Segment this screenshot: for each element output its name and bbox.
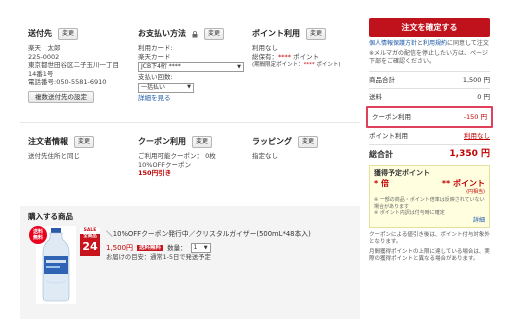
coupon-discount-value: -150 円: [463, 112, 487, 121]
coupon-available: ご利用可能クーポン： 0枚: [138, 152, 216, 160]
points-usage-link[interactable]: 利用なし: [464, 132, 490, 140]
terms-link[interactable]: 利用規約: [423, 40, 447, 47]
payment-section: お支払い方法 変更 利用カード: 楽天カード JCB下4桁 **** ▼ 支払い…: [138, 28, 248, 102]
coupon-name: 10%OFFクーポン: [138, 160, 192, 169]
orderer-section: 注文者情報 変更 送付先住所と同じ: [28, 136, 138, 161]
privacy-consent-note: 個人情報保護方針と利用規約に同意して注文: [369, 40, 489, 47]
product-section: 購入する商品 送料 無料 SALE 全商品 24 ＼10%OFFクーポン発行中／…: [20, 206, 360, 319]
coupon-section: クーポン利用 変更 ご利用可能クーポン： 0枚 10%OFFクーポン 150円引…: [138, 136, 248, 178]
shipping-change-button[interactable]: 変更: [58, 28, 79, 40]
wrapping-change-button[interactable]: 変更: [298, 136, 319, 148]
shipping-postal: 225-0002: [28, 52, 60, 61]
free-shipping-tag: 送料無料: [137, 244, 164, 252]
coupon-discount-row: クーポン利用 -150 円: [366, 106, 493, 128]
points-multiplier: * 倍: [374, 178, 389, 188]
points-title: ポイント利用 変更: [252, 28, 360, 40]
payment-title: お支払い方法 変更: [138, 28, 248, 40]
confirm-order-button[interactable]: 注文を確定する: [369, 18, 490, 37]
wrapping-text: 指定なし: [252, 152, 278, 160]
total-value: 1,350 円: [449, 149, 490, 160]
product-name[interactable]: ＼10%OFFクーポン発行中／クリスタルガイザー(500mL*48本入): [106, 230, 311, 238]
card-label: 利用カード:: [138, 44, 173, 52]
quantity-label: 数量：: [167, 243, 187, 252]
coupon-discount: 150円引き: [138, 169, 172, 177]
orderer-title: 注文者情報 変更: [28, 136, 138, 148]
checkout-page: 送付先 変更 楽天 太郎 225-0002 東京都世田谷区二子玉川一丁目 14番…: [0, 0, 507, 319]
points-status: 利用なし: [252, 44, 278, 52]
wrapping-section: ラッピング 変更 指定なし: [252, 136, 360, 161]
shipping-title: 送付先 変更: [28, 28, 138, 40]
shipping-address-line2: 14番1号: [28, 69, 54, 78]
earned-points-box: 獲得予定ポイント * 倍 ** ポイント (円相当) ※ 一部の商品・ポイント倍…: [369, 165, 490, 228]
order-details-panel: 送付先 変更 楽天 太郎 225-0002 東京都世田谷区二子玉川一丁目 14番…: [20, 18, 360, 319]
total-row: 総合計 1,350 円: [369, 149, 490, 160]
points-change-button[interactable]: 変更: [306, 28, 327, 40]
chevron-down-icon: ▼: [187, 84, 191, 91]
newsletter-note: ※メルマガの配信を停止したい方は、ページ下部をご確認ください。: [369, 50, 488, 65]
earned-points-value: ** ポイント: [441, 178, 485, 188]
shipping-section: 送付先 変更 楽天 太郎 225-0002 東京都世田谷区二子玉川一丁目 14番…: [28, 28, 138, 103]
section-divider: [20, 122, 360, 123]
privacy-policy-link[interactable]: 個人情報保護方針: [369, 40, 417, 47]
orderer-text: 送付先住所と同じ: [28, 152, 80, 160]
subtotal-row: 商品合計 1,500 円: [369, 75, 490, 84]
points-cap-note: 月間獲得ポイントの上限に達している場合は、実際の獲得ポイントと異なる場合がありま…: [369, 249, 490, 262]
coupon-points-note: クーポンによる値引き後は、ポイント付与対象外となります。: [369, 232, 490, 245]
order-summary-panel: 注文を確定する 個人情報保護方針と利用規約に同意して注文 ※メルマガの配信を停止…: [366, 18, 493, 319]
shipping-fee-value: 0 円: [477, 92, 490, 101]
chevron-down-icon: ▼: [237, 63, 241, 70]
earned-points-yen: (円相当): [466, 188, 485, 195]
shipping-fee-row: 送料 0 円: [369, 92, 490, 101]
installment-label: 支払い回数:: [138, 73, 173, 81]
card-select[interactable]: JCB下4桁 **** ▼: [138, 62, 244, 72]
sale-badge: SALE 全商品 24: [80, 228, 100, 256]
product-price: 1,500円: [106, 243, 134, 252]
points-limited: (期間限定ポイント：**** ポイント): [252, 62, 341, 68]
earned-points-title: 獲得予定ポイント: [374, 169, 430, 177]
points-usage-row: ポイント利用 利用なし: [369, 132, 490, 141]
payment-change-button[interactable]: 変更: [204, 28, 225, 40]
wrapping-title: ラッピング 変更: [252, 136, 360, 148]
lock-icon: [192, 30, 198, 37]
earned-points-note1: ※ 一部の商品・ポイント倍率は反映されていない場合があります: [374, 197, 485, 210]
installment-select[interactable]: 一括払い ▼: [138, 82, 194, 93]
shipping-name: 楽天 太郎: [28, 44, 61, 52]
product-section-title: 購入する商品: [28, 212, 73, 221]
multiple-destinations-button[interactable]: 複数送付先の設定: [28, 90, 94, 103]
shipping-address-line1: 東京都世田谷区二子玉川一丁目: [28, 61, 119, 69]
subtotal-value: 1,500 円: [462, 75, 490, 84]
delivery-estimate: お届けの目安：通常1-5日で発送予定: [106, 254, 211, 261]
coupon-change-button[interactable]: 変更: [192, 136, 213, 148]
shipping-phone: 電話番号:050-5581-6910: [28, 78, 107, 86]
product-price-row: 1,500円 送料無料 数量： 1 ▼: [106, 242, 211, 254]
quantity-select[interactable]: 1 ▼: [190, 243, 211, 253]
earned-points-detail-link[interactable]: 詳細: [374, 217, 485, 225]
free-shipping-badge: 送料 無料: [29, 226, 47, 244]
points-total: 総保有：**** ポイント: [252, 52, 320, 61]
payment-detail-link[interactable]: 詳細を見る: [138, 94, 248, 102]
card-name: 楽天カード: [138, 52, 171, 61]
chevron-down-icon: ▼: [203, 244, 208, 251]
coupon-title: クーポン利用 変更: [138, 136, 248, 148]
points-section: ポイント利用 変更 利用なし 総保有：**** ポイント (期間限定ポイント：*…: [252, 28, 360, 70]
orderer-change-button[interactable]: 変更: [74, 136, 95, 148]
